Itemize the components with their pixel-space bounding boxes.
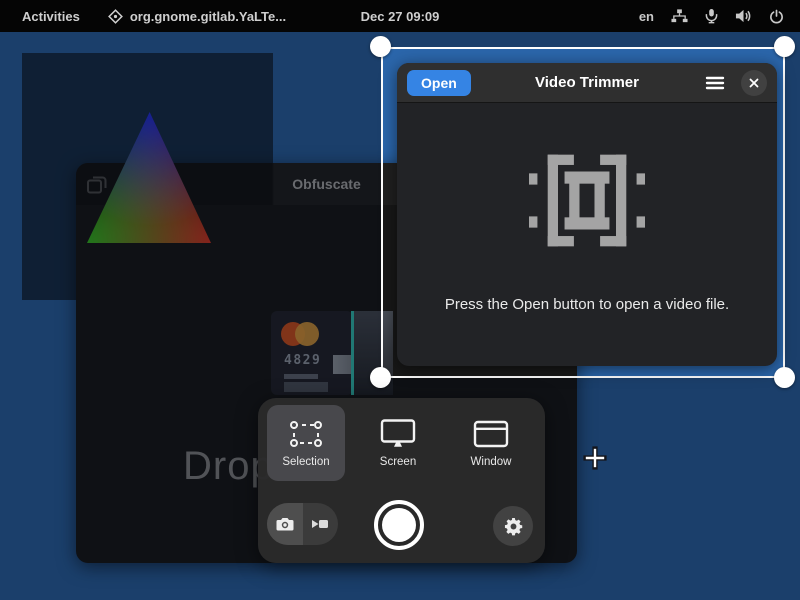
selection-handle-top-right[interactable] (774, 36, 795, 57)
focused-app-indicator[interactable]: org.gnome.gitlab.YaLTe... (108, 9, 286, 24)
close-button[interactable] (741, 70, 767, 96)
card-background: 4829 (271, 311, 353, 395)
volume-icon[interactable] (735, 9, 752, 23)
settings-gear-button[interactable] (493, 506, 533, 546)
app-icon (108, 9, 123, 24)
top-bar: Activities org.gnome.gitlab.YaLTe... Dec… (0, 0, 800, 32)
open-button[interactable]: Open (407, 70, 471, 96)
desktop-wallpaper: Obfuscate Drop 4829 (0, 32, 800, 600)
desktop-screen: Activities org.gnome.gitlab.YaLTe... Dec… (0, 0, 800, 600)
video-trimmer-empty-state: Press the Open button to open a video fi… (397, 103, 777, 366)
window-icon (473, 419, 509, 449)
camcorder-icon (311, 517, 329, 531)
screenshot-panel: Selection Screen Window (258, 398, 545, 563)
crosshair-cursor (583, 446, 607, 470)
video-mode-button[interactable] (303, 503, 339, 545)
selection-option-button[interactable]: Selection (267, 405, 345, 481)
mastercard-yellow-circle (295, 322, 319, 346)
card-redaction-bar (284, 374, 318, 379)
power-icon[interactable] (769, 9, 784, 24)
microphone-icon[interactable] (705, 8, 718, 24)
card-redaction-bar (284, 382, 328, 392)
photo-mode-button[interactable] (267, 503, 303, 545)
screen-option-button[interactable]: Screen (359, 405, 437, 481)
activities-button[interactable]: Activities (16, 7, 86, 26)
gear-icon (504, 517, 523, 536)
card-number-text: 4829 (284, 353, 321, 368)
screen-option-label: Screen (380, 456, 416, 468)
empty-state-text: Press the Open button to open a video fi… (445, 296, 729, 313)
selection-option-label: Selection (282, 456, 329, 468)
network-wired-icon[interactable] (671, 9, 688, 23)
camera-icon (276, 517, 294, 531)
window-option-label: Window (471, 456, 512, 468)
window-option-button[interactable]: Window (452, 405, 530, 481)
capture-mode-toggle (267, 503, 338, 545)
selection-handle-bottom-left[interactable] (370, 367, 391, 388)
selection-icon (288, 419, 324, 449)
keyboard-layout-indicator[interactable]: en (639, 9, 654, 24)
system-status-area[interactable]: en (639, 8, 784, 24)
video-trimmer-headerbar: Open Video Trimmer (397, 63, 777, 103)
video-trimmer-icon (529, 149, 645, 252)
video-trimmer-window: Open Video Trimmer (397, 63, 777, 366)
screen-icon (380, 419, 416, 449)
capture-button[interactable] (374, 500, 424, 550)
capture-button-inner (382, 508, 416, 542)
app-name-label: org.gnome.gitlab.YaLTe... (130, 9, 286, 24)
selection-handle-bottom-right[interactable] (774, 367, 795, 388)
selection-handle-top-left[interactable] (370, 36, 391, 57)
hamburger-menu-button[interactable] (702, 70, 728, 96)
